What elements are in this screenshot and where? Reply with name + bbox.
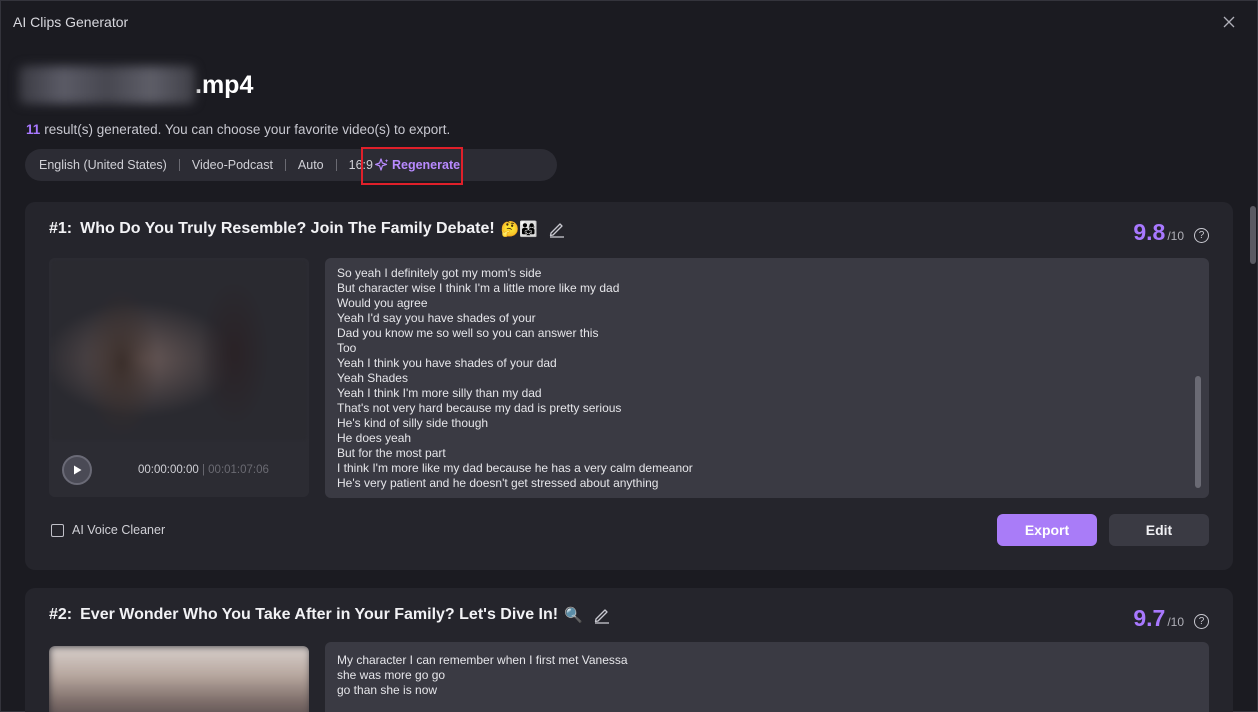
clip-score: 9.8 /10 ? [1133, 219, 1209, 246]
transcript-line: Would you agree [337, 296, 428, 310]
total-duration: | 00:01:07:06 [201, 463, 269, 476]
pencil-icon [594, 609, 609, 624]
edit-button[interactable]: Edit [1109, 514, 1209, 546]
transcript-line: He does yeah [337, 431, 412, 445]
transcript-line: Yeah I think I'm more silly than my dad [337, 386, 542, 400]
export-button[interactable]: Export [997, 514, 1097, 546]
divider [284, 159, 286, 171]
clip-score: 9.7 /10 ? [1133, 605, 1209, 632]
transcript-line: Yeah Shades [337, 371, 408, 385]
transcript-line: My character I can remember when I first… [337, 653, 628, 667]
transcript-line: He's very patient and he doesn't get str… [337, 476, 659, 490]
video-thumbnail [49, 258, 309, 442]
transcript-line: He's kind of silly side though [337, 416, 489, 430]
video-preview[interactable]: 00:00:00:00 | 00:01:07:06 [49, 258, 309, 497]
close-button[interactable] [1219, 12, 1239, 32]
score-value: 9.8 [1133, 219, 1166, 245]
result-count: 11 [26, 122, 41, 137]
edit-title-button[interactable] [548, 220, 566, 238]
video-thumbnail [49, 646, 309, 712]
score-max: /10 [1167, 229, 1184, 243]
length-setting[interactable]: Auto [298, 158, 324, 172]
edit-title-button[interactable] [593, 606, 611, 624]
language-setting[interactable]: English (United States) [39, 158, 167, 172]
transcript-line: she was more go go [337, 668, 446, 682]
title-bar: AI Clips Generator [1, 1, 1257, 43]
clip-title-row: #1: Who Do You Truly Resemble? Join The … [49, 220, 566, 238]
ai-voice-cleaner-option[interactable]: AI Voice Cleaner [51, 523, 165, 537]
file-extension: .mp4 [195, 70, 254, 99]
app-window: AI Clips Generator .mp4 11 result(s) gene… [0, 0, 1258, 712]
transcript-line: But character wise I think I'm a little … [337, 281, 620, 295]
pencil-icon [549, 223, 565, 238]
play-icon [74, 465, 82, 474]
divider [335, 159, 337, 171]
window-title: AI Clips Generator [13, 14, 129, 30]
video-preview[interactable] [49, 646, 309, 712]
clip-title: Ever Wonder Who You Take After in Your F… [80, 606, 559, 623]
clip-title-row: #2: Ever Wonder Who You Take After in Yo… [49, 606, 611, 624]
template-setting[interactable]: Video-Podcast [192, 158, 273, 172]
video-time: 00:00:00:00 | 00:01:07:06 [138, 464, 269, 476]
transcript-line: go than she is now [337, 683, 438, 697]
help-icon[interactable]: ? [1194, 614, 1209, 629]
file-name-heading: .mp4 [19, 65, 253, 105]
current-time: 00:00:00:00 [138, 463, 199, 476]
score-max: /10 [1167, 615, 1184, 629]
clip-number: #1: [49, 220, 73, 237]
ai-voice-cleaner-label: AI Voice Cleaner [72, 523, 166, 537]
transcript-line: I think I'm more like my dad because he … [337, 461, 693, 475]
help-icon[interactable]: ? [1194, 228, 1209, 243]
transcript-line: So yeah I definitely got my mom's side [337, 266, 542, 280]
results-summary: 11 result(s) generated. You can choose yo… [26, 122, 450, 137]
score-value: 9.7 [1133, 605, 1166, 631]
play-button[interactable] [62, 454, 92, 485]
clip-card-2: #2: Ever Wonder Who You Take After in Yo… [25, 588, 1233, 712]
settings-bar: English (United States) Video-Podcast Au… [25, 149, 557, 181]
clip-title-emoji: 🔍 [564, 607, 583, 624]
clip-card-1: #1: Who Do You Truly Resemble? Join The … [25, 202, 1233, 570]
ai-voice-cleaner-checkbox[interactable] [51, 523, 64, 537]
results-summary-text: result(s) generated. You can choose your… [44, 122, 451, 137]
video-controls: 00:00:00:00 | 00:01:07:06 [49, 442, 309, 497]
transcript-box[interactable]: So yeah I definitely got my mom's side B… [325, 258, 1209, 498]
transcript-scrollbar[interactable] [1195, 376, 1201, 488]
transcript-line: But for the most part [337, 446, 446, 460]
transcript-line: That's not very hard because my dad is p… [337, 401, 622, 415]
transcript-box[interactable]: My character I can remember when I first… [325, 642, 1209, 712]
transcript-line: Yeah I think you have shades of your dad [337, 356, 557, 370]
clip-number: #2: [49, 606, 73, 623]
transcript-line: Yeah I'd say you have shades of your [337, 311, 536, 325]
clip-title-emoji: 🤔👨‍👩‍👧 [500, 221, 539, 238]
blurred-file-name [19, 66, 195, 104]
close-icon [1223, 16, 1235, 28]
clip-title: Who Do You Truly Resemble? Join The Fami… [80, 220, 495, 237]
main-scrollbar[interactable] [1250, 206, 1256, 264]
transcript-line: Too [337, 341, 357, 355]
highlight-box [361, 147, 463, 185]
transcript-line: Dad you know me so well so you can answe… [337, 326, 599, 340]
divider [178, 159, 180, 171]
